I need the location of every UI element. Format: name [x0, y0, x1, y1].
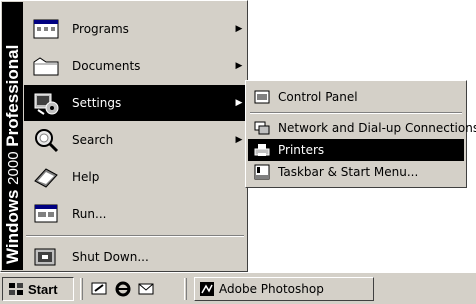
- quick-launch-grip[interactable]: [80, 278, 83, 300]
- task-button-photoshop[interactable]: Adobe Photoshop: [194, 277, 374, 301]
- settings-submenu: Control Panel Network and Dial-up Connec…: [245, 80, 476, 188]
- chevron-right-icon: ▶: [235, 61, 243, 71]
- menu-label-run: Run...: [72, 207, 107, 221]
- outlook-express-icon[interactable]: [136, 279, 156, 299]
- network-icon: [254, 120, 270, 136]
- start-button[interactable]: Start: [2, 277, 74, 301]
- submenu-label-control-panel: Control Panel: [278, 90, 358, 104]
- start-label: Start: [28, 281, 58, 297]
- menu-item-help[interactable]: Help: [24, 159, 246, 195]
- submenu-item-control-panel[interactable]: Control Panel: [248, 86, 464, 108]
- banner-text: Windows 2000 Professional: [2, 45, 23, 266]
- documents-icon: [30, 50, 62, 82]
- submenu-item-printers[interactable]: Printers: [248, 139, 464, 161]
- printer-icon: [254, 142, 270, 158]
- menu-item-run[interactable]: Run...: [24, 196, 246, 232]
- menu-separator: [26, 235, 244, 237]
- menu-label-documents: Documents: [72, 59, 141, 73]
- taskbar: Start Adobe Photoshop: [0, 272, 476, 304]
- help-icon: [30, 161, 62, 193]
- menu-item-settings[interactable]: Settings ▶: [24, 85, 246, 121]
- windows-banner: Windows 2000 Professional: [2, 2, 23, 270]
- photoshop-icon: [199, 281, 215, 297]
- chevron-right-icon: ▶: [235, 98, 243, 108]
- submenu-label-printers: Printers: [278, 143, 325, 157]
- run-icon: [30, 198, 62, 230]
- submenu-item-taskbar[interactable]: Taskbar & Start Menu...: [248, 161, 464, 183]
- submenu-item-network[interactable]: Network and Dial-up Connections: [248, 117, 476, 139]
- control-panel-icon: [254, 89, 270, 105]
- submenu-separator: [250, 112, 462, 114]
- menu-label-search: Search: [72, 133, 114, 147]
- menu-label-programs: Programs: [72, 22, 129, 36]
- chevron-right-icon: ▶: [235, 24, 243, 34]
- show-desktop-icon[interactable]: [90, 279, 110, 299]
- banner-edition: Professional: [3, 44, 22, 147]
- windows-logo-icon: [7, 281, 25, 297]
- internet-explorer-icon[interactable]: [113, 279, 133, 299]
- menu-item-programs[interactable]: Programs ▶: [24, 11, 246, 47]
- programs-icon: [30, 13, 62, 45]
- start-menu: Windows 2000 Professional Programs ▶ Doc…: [0, 0, 248, 272]
- submenu-label-network: Network and Dial-up Connections: [278, 121, 476, 135]
- submenu-label-taskbar: Taskbar & Start Menu...: [278, 165, 419, 179]
- task-label-photoshop: Adobe Photoshop: [219, 282, 324, 296]
- menu-item-shut-down[interactable]: Shut Down...: [24, 239, 246, 275]
- menu-label-settings: Settings: [72, 96, 122, 110]
- menu-label-shut-down: Shut Down...: [72, 250, 149, 264]
- taskbar-icon: [254, 164, 270, 180]
- banner-brand: Windows: [3, 189, 22, 264]
- search-icon: [30, 124, 62, 156]
- taskbar-grip[interactable]: [184, 278, 187, 300]
- menu-label-help: Help: [72, 170, 100, 184]
- menu-item-documents[interactable]: Documents ▶: [24, 48, 246, 84]
- settings-icon: [30, 87, 62, 119]
- menu-item-search[interactable]: Search ▶: [24, 122, 246, 158]
- shutdown-icon: [30, 241, 62, 273]
- banner-version: 2000: [5, 151, 22, 185]
- chevron-right-icon: ▶: [235, 135, 243, 145]
